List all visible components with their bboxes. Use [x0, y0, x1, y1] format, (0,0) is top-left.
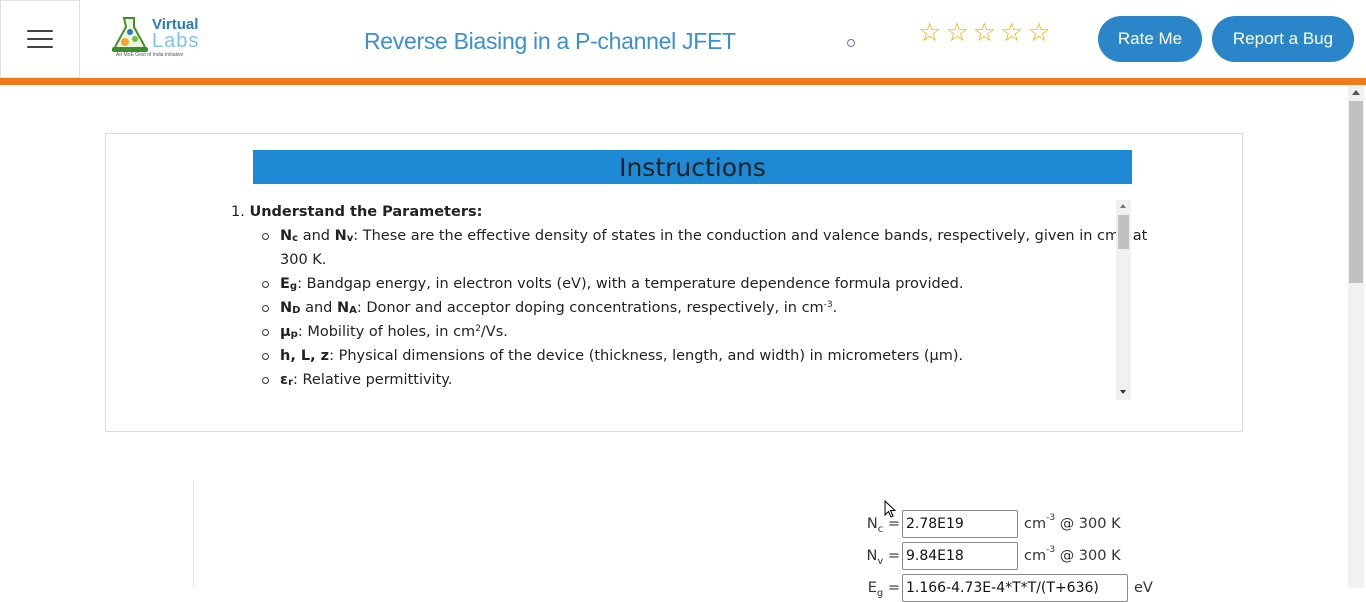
- rating-stars[interactable]: ☆ ☆ ☆ ☆ ☆: [918, 20, 1051, 46]
- star-icon[interactable]: ☆: [1000, 20, 1023, 46]
- scrollbar-thumb[interactable]: [1118, 215, 1129, 249]
- logo-tagline: An MoE Govt of India Initiative: [116, 52, 184, 58]
- param-row-nv: Nv = cm-3 @ 300 K: [862, 542, 1121, 570]
- scrollbar-thumb[interactable]: [1349, 101, 1363, 283]
- param-label: Eg =: [867, 580, 900, 599]
- status-dot-icon: [847, 39, 855, 47]
- bullet-icon: [262, 233, 269, 240]
- list-item: μp: Mobility of holes, in cm2/Vs.: [280, 324, 508, 340]
- logo-subtext: Labs: [152, 30, 200, 52]
- report-bug-button[interactable]: Report a Bug: [1212, 16, 1354, 62]
- hamburger-icon: [27, 30, 53, 48]
- rate-me-button[interactable]: Rate Me: [1098, 16, 1202, 62]
- bullet-icon: [262, 377, 269, 384]
- step-1: 1. Understand the Parameters:: [231, 204, 483, 220]
- param-row-eg: Eg = eV: [862, 574, 1153, 602]
- list-item: ND and NA: Donor and acceptor doping con…: [280, 300, 838, 316]
- param-label: Nc =: [866, 516, 900, 535]
- bullet-icon: [262, 305, 269, 312]
- param-label: Nv =: [866, 548, 900, 567]
- list-item: εr: Relative permittivity.: [280, 372, 453, 388]
- list-item: Eg: Bandgap energy, in electron volts (e…: [280, 276, 964, 292]
- list-item-continued: 300 K.: [280, 252, 327, 268]
- instructions-heading: Instructions: [253, 150, 1132, 184]
- star-icon[interactable]: ☆: [945, 20, 968, 46]
- flask-icon: [112, 17, 148, 53]
- instructions-scrollbar[interactable]: [1116, 200, 1131, 400]
- param-unit: eV: [1134, 580, 1153, 596]
- header-accent-bar: [0, 78, 1366, 85]
- nv-input[interactable]: [902, 542, 1018, 570]
- instructions-card: Instructions 1. Understand the Parameter…: [105, 133, 1243, 432]
- bullet-icon: [262, 329, 269, 336]
- param-row-nc: Nc = cm-3 @ 300 K: [862, 510, 1121, 538]
- step-1-title: Understand the Parameters:: [249, 204, 483, 220]
- instructions-list[interactable]: 1. Understand the Parameters: Nc and Nv:…: [226, 200, 1232, 400]
- star-icon[interactable]: ☆: [918, 20, 941, 46]
- list-item: h, L, z: Physical dimensions of the devi…: [280, 348, 964, 364]
- list-item: Nc and Nv: These are the effective densi…: [280, 228, 1148, 244]
- virtual-labs-logo[interactable]: Virtual Labs An MoE Govt of India Initia…: [108, 12, 208, 62]
- star-icon[interactable]: ☆: [973, 20, 996, 46]
- panel-divider: [193, 480, 194, 588]
- page-scrollbar[interactable]: [1348, 86, 1364, 588]
- scroll-down-icon[interactable]: [1120, 390, 1126, 394]
- bullet-icon: [262, 281, 269, 288]
- bullet-icon: [262, 353, 269, 360]
- scroll-up-icon[interactable]: [1352, 90, 1360, 95]
- menu-button[interactable]: [0, 0, 80, 78]
- mouse-cursor-icon: [884, 500, 896, 518]
- eg-input[interactable]: [902, 574, 1128, 602]
- nc-input[interactable]: [902, 510, 1018, 538]
- star-icon[interactable]: ☆: [1027, 20, 1050, 46]
- param-unit: cm-3 @ 300 K: [1024, 545, 1121, 564]
- scroll-up-icon[interactable]: [1120, 204, 1126, 208]
- header: Virtual Labs An MoE Govt of India Initia…: [0, 0, 1366, 78]
- page-title: Reverse Biasing in a P-channel JFET: [364, 28, 736, 54]
- param-unit: cm-3 @ 300 K: [1024, 513, 1121, 532]
